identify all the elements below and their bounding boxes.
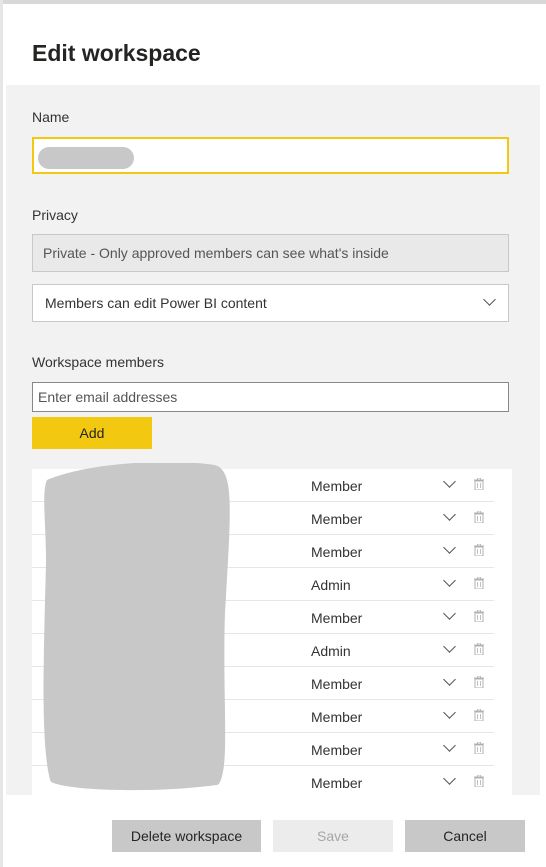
member-role: Member: [311, 709, 363, 725]
permission-value: Members can edit Power BI content: [45, 295, 267, 311]
member-role: Member: [311, 775, 363, 791]
chevron-down-icon[interactable]: [443, 673, 456, 686]
chevron-down-icon[interactable]: [443, 739, 456, 752]
redaction-scribble: [43, 463, 230, 791]
members-label: Workspace members: [32, 354, 165, 370]
trash-icon[interactable]: [474, 676, 484, 688]
email-input[interactable]: [32, 382, 509, 412]
permission-select[interactable]: Members can edit Power BI content: [32, 284, 509, 322]
member-role: Member: [311, 742, 363, 758]
trash-icon[interactable]: [474, 544, 484, 556]
chevron-down-icon[interactable]: [443, 541, 456, 554]
trash-icon[interactable]: [474, 643, 484, 655]
redacted-name: [38, 147, 134, 169]
member-role: Admin: [311, 643, 351, 659]
trash-icon[interactable]: [474, 577, 484, 589]
chevron-down-icon[interactable]: [443, 607, 456, 620]
member-role: Member: [311, 544, 363, 560]
privacy-field: Private - Only approved members can see …: [32, 234, 509, 272]
member-role: Member: [311, 676, 363, 692]
trash-icon[interactable]: [474, 775, 484, 787]
dialog-title: Edit workspace: [32, 40, 201, 66]
chevron-down-icon[interactable]: [443, 640, 456, 653]
trash-icon[interactable]: [474, 511, 484, 523]
add-button[interactable]: Add: [32, 417, 152, 449]
workspace-name-input[interactable]: [32, 137, 509, 174]
save-button[interactable]: Save: [273, 820, 393, 852]
trash-icon[interactable]: [474, 742, 484, 754]
delete-workspace-button[interactable]: Delete workspace: [112, 820, 261, 852]
trash-icon[interactable]: [474, 709, 484, 721]
chevron-down-icon[interactable]: [443, 475, 456, 488]
cancel-button[interactable]: Cancel: [405, 820, 525, 852]
chevron-down-icon[interactable]: [443, 508, 456, 521]
member-role: Member: [311, 610, 363, 626]
member-role: Member: [311, 511, 363, 527]
privacy-label: Privacy: [32, 207, 78, 223]
name-label: Name: [32, 109, 70, 125]
trash-icon[interactable]: [474, 610, 484, 622]
chevron-down-icon[interactable]: [443, 706, 456, 719]
chevron-down-icon[interactable]: [443, 574, 456, 587]
chevron-down-icon: [483, 293, 496, 306]
member-role: Member: [311, 478, 363, 494]
trash-icon[interactable]: [474, 478, 484, 490]
member-role: Admin: [311, 577, 351, 593]
chevron-down-icon[interactable]: [443, 772, 456, 785]
